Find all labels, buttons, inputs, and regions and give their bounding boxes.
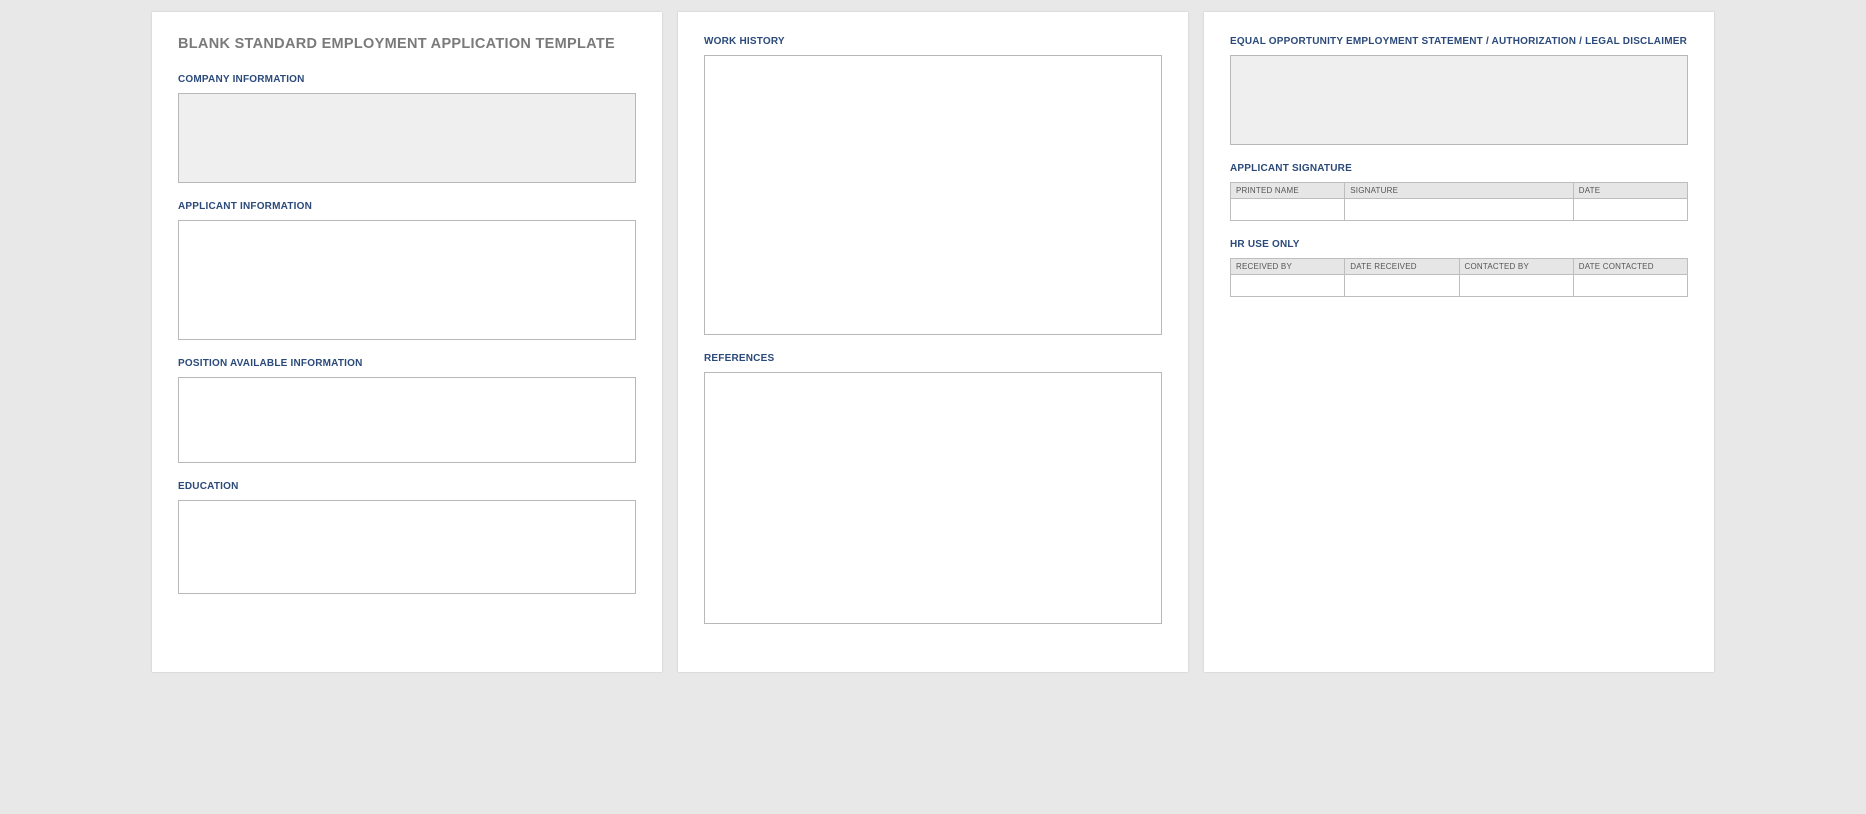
th-signature: SIGNATURE [1345,183,1574,199]
table-hr-use-only: RECEIVED BY DATE RECEIVED CONTACTED BY D… [1230,258,1688,297]
cell-date-contacted[interactable] [1573,275,1687,297]
heading-references: REFERENCES [704,353,1162,364]
document-title: BLANK STANDARD EMPLOYMENT APPLICATION TE… [178,36,636,52]
heading-applicant-signature: APPLICANT SIGNATURE [1230,163,1688,174]
cell-signature[interactable] [1345,199,1574,221]
box-work-history[interactable] [704,55,1162,335]
heading-education: EDUCATION [178,481,636,492]
table-row [1231,199,1688,221]
th-printed-name: PRINTED NAME [1231,183,1345,199]
heading-company-information: COMPANY INFORMATION [178,74,636,85]
th-date-received: DATE RECEIVED [1345,259,1459,275]
heading-position-information: POSITION AVAILABLE INFORMATION [178,358,636,369]
th-received-by: RECEIVED BY [1231,259,1345,275]
box-education[interactable] [178,500,636,594]
cell-date[interactable] [1573,199,1687,221]
th-date-contacted: DATE CONTACTED [1573,259,1687,275]
heading-applicant-information: APPLICANT INFORMATION [178,201,636,212]
box-applicant-information[interactable] [178,220,636,340]
box-eoe-statement[interactable] [1230,55,1688,145]
page-3: EQUAL OPPORTUNITY EMPLOYMENT STATEMENT /… [1204,12,1714,672]
page-2: WORK HISTORY REFERENCES [678,12,1188,672]
box-company-information[interactable] [178,93,636,183]
box-references[interactable] [704,372,1162,624]
th-contacted-by: CONTACTED BY [1459,259,1573,275]
cell-printed-name[interactable] [1231,199,1345,221]
cell-date-received[interactable] [1345,275,1459,297]
page-1: BLANK STANDARD EMPLOYMENT APPLICATION TE… [152,12,662,672]
heading-work-history: WORK HISTORY [704,36,1162,47]
cell-received-by[interactable] [1231,275,1345,297]
table-applicant-signature: PRINTED NAME SIGNATURE DATE [1230,182,1688,221]
heading-eoe-statement: EQUAL OPPORTUNITY EMPLOYMENT STATEMENT /… [1230,36,1688,47]
box-position-information[interactable] [178,377,636,463]
cell-contacted-by[interactable] [1459,275,1573,297]
table-row [1231,275,1688,297]
heading-hr-use-only: HR USE ONLY [1230,239,1688,250]
th-date: DATE [1573,183,1687,199]
